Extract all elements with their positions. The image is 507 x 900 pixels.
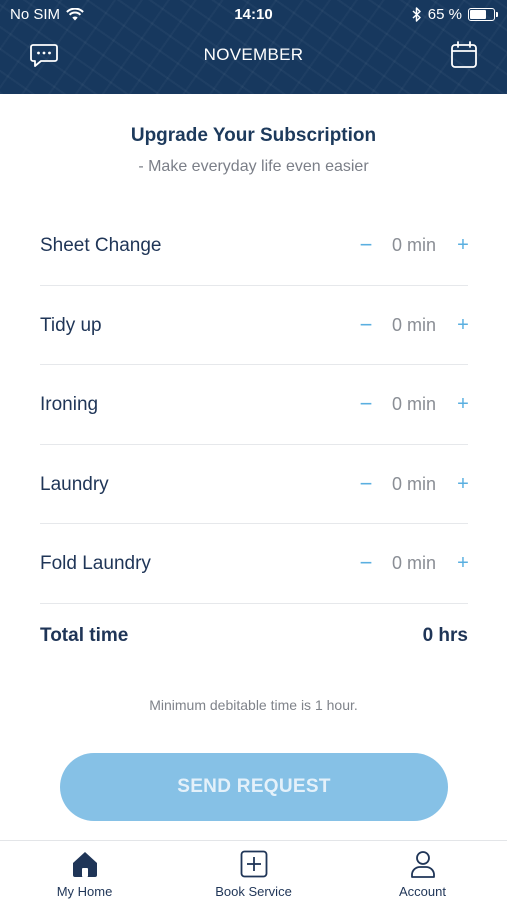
service-value: 0 min [391,314,436,335]
calendar-icon [451,41,477,68]
upgrade-title: Upgrade Your Subscription [130,125,377,146]
service-name: Ironing [40,394,99,415]
decrease-button[interactable]: − [356,392,376,416]
service-row-sheet-change: Sheet Change − 0 min + [40,206,469,286]
status-right: 65 % [412,6,498,23]
battery-percent: 65 % [427,6,462,23]
upgrade-subtitle: - Make everyday life even easier [138,158,369,175]
plus-square-icon [240,850,267,878]
tab-label: Book Service [215,884,292,899]
total-value: 0 hrs [422,625,468,646]
increase-button[interactable]: + [453,392,473,416]
decrease-button[interactable]: − [356,551,376,575]
service-name: Sheet Change [40,235,162,256]
decrease-button[interactable]: − [356,233,376,257]
service-row-tidy-up: Tidy up − 0 min + [40,286,469,365]
status-bar: No SIM 14:10 65 % [0,0,507,28]
battery-level [470,10,486,19]
service-row-ironing: Ironing − 0 min + [40,365,469,445]
decrease-button[interactable]: − [356,471,376,496]
total-label: Total time [40,625,129,646]
tab-book-service[interactable]: Book Service [169,841,338,900]
service-value: 0 min [391,553,436,573]
service-value: 0 min [391,394,436,414]
header: No SIM 14:10 65 % NOVEMBER [0,0,507,94]
tab-account[interactable]: Account [338,841,507,900]
decrease-button[interactable]: − [356,312,376,337]
service-list: Sheet Change − 0 min + Tidy up − 0 min +… [40,206,469,604]
send-request-button[interactable]: SEND REQUEST [60,753,448,821]
tab-label: Account [399,884,446,899]
person-icon [410,851,435,878]
bluetooth-icon [412,7,421,22]
battery-icon [468,8,498,21]
service-row-fold-laundry: Fold Laundry − 0 min + [40,524,469,604]
calendar-button[interactable] [450,40,478,70]
app-screen: No SIM 14:10 65 % NOVEMBER Upgrade Your … [0,0,507,900]
service-name: Laundry [40,473,109,495]
tab-bar: My Home Book Service Account [0,840,507,900]
minimum-time-note: Minimum debitable time is 1 hour. [149,697,358,713]
nav-row: NOVEMBER [0,30,507,80]
tab-label: My Home [56,884,113,899]
increase-button[interactable]: + [453,472,473,496]
page-title: NOVEMBER [203,45,304,64]
total-row: Total time 0 hrs [40,621,468,651]
service-name: Fold Laundry [40,553,151,574]
increase-button[interactable]: + [453,313,473,337]
increase-button[interactable]: + [453,233,473,257]
tab-my-home[interactable]: My Home [0,841,169,900]
service-value: 0 min [391,235,436,255]
service-name: Tidy up [40,314,102,336]
service-value: 0 min [391,473,436,494]
home-icon [72,852,97,877]
service-row-laundry: Laundry − 0 min + [40,445,469,524]
increase-button[interactable]: + [453,551,473,575]
